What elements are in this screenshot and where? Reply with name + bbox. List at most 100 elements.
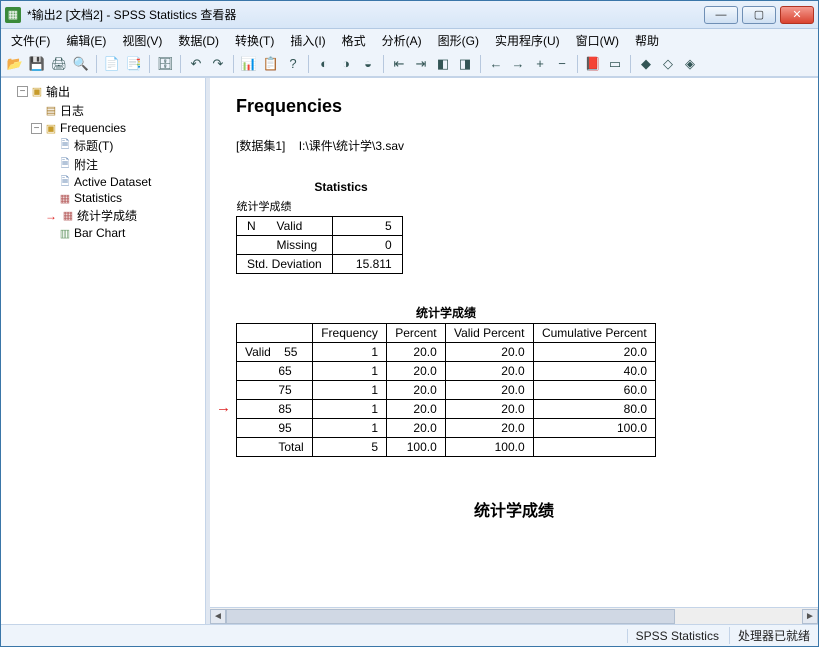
freq-total-vp: 100.0 xyxy=(445,438,533,457)
toolbar-book-button[interactable]: 📕 xyxy=(583,54,603,74)
tree-variable[interactable]: →▦统计学成绩 xyxy=(45,206,203,225)
toolbar-separator xyxy=(180,55,181,73)
menu-item-5[interactable]: 插入(I) xyxy=(284,30,331,51)
toolbar-hide-button[interactable]: ◨ xyxy=(455,54,475,74)
stats-sd-label: Std. Deviation xyxy=(237,255,333,274)
toolbar-separator xyxy=(233,55,234,73)
tree-variable-label: 统计学成绩 xyxy=(77,207,137,224)
freq-col-frequency: Frequency xyxy=(313,324,387,343)
freq-cp: 80.0 xyxy=(533,400,655,419)
toolbar-dialog-button[interactable]: ▭ xyxy=(605,54,625,74)
toolbar-select-last-button[interactable]: 📋 xyxy=(261,54,281,74)
scroll-thumb[interactable] xyxy=(226,609,675,624)
close-button[interactable]: ✕ xyxy=(780,6,814,24)
tree-statistics[interactable]: ▦Statistics xyxy=(45,190,203,206)
toolbar-show-button[interactable]: ◧ xyxy=(433,54,453,74)
window-title: *输出2 [文档2] - SPSS Statistics 查看器 xyxy=(27,6,704,23)
freq-row: Valid 55120.020.020.0 xyxy=(237,343,656,362)
maximize-button[interactable]: ▢ xyxy=(742,6,776,24)
tree-frequencies[interactable]: −▣ Frequencies xyxy=(31,120,203,136)
output-content[interactable]: Frequencies [数据集1] I:\课件\统计学\3.sav Stati… xyxy=(210,78,818,607)
toolbar-d3-button[interactable]: ◈ xyxy=(680,54,700,74)
freq-f: 1 xyxy=(313,343,387,362)
chart-icon: ▥ xyxy=(58,227,72,239)
tree-title[interactable]: 🗎标题(T) xyxy=(45,136,203,155)
scroll-left-button[interactable]: ◄ xyxy=(210,609,226,624)
toolbar-print-button[interactable]: 🖨 xyxy=(49,54,69,74)
scroll-track[interactable] xyxy=(226,609,802,624)
menu-item-2[interactable]: 视图(V) xyxy=(116,30,168,51)
stats-valid-value: 5 xyxy=(332,217,402,236)
tree-statistics-label: Statistics xyxy=(74,191,122,205)
content-pane: Frequencies [数据集1] I:\课件\统计学\3.sav Stati… xyxy=(210,78,818,624)
toolbar-d2-button[interactable]: ◇ xyxy=(658,54,678,74)
freq-p: 20.0 xyxy=(387,419,446,438)
toolbar-mail-button[interactable]: 📑 xyxy=(124,54,144,74)
app-window: ▦ *输出2 [文档2] - SPSS Statistics 查看器 — ▢ ✕… xyxy=(0,0,819,647)
frequency-table[interactable]: Frequency Percent Valid Percent Cumulati… xyxy=(236,323,656,457)
toolbar-demote-button[interactable]: ⇥ xyxy=(411,54,431,74)
menu-item-10[interactable]: 窗口(W) xyxy=(570,30,625,51)
tree-notes[interactable]: 🗎附注 xyxy=(45,155,203,174)
tree-notes-label: 附注 xyxy=(74,156,98,173)
tree-active-dataset[interactable]: 🗎Active Dataset xyxy=(45,174,203,190)
menu-item-6[interactable]: 格式 xyxy=(336,30,372,51)
toolbar-export-button[interactable]: 📄 xyxy=(102,54,122,74)
freq-cat: 65 xyxy=(237,362,313,381)
toolbar-expand-button[interactable]: + xyxy=(530,54,550,74)
toolbar-pt2-button[interactable]: ◑ xyxy=(336,54,356,74)
tree-log[interactable]: ▤ 日志 xyxy=(31,101,203,120)
freq-cp: 40.0 xyxy=(533,362,655,381)
tree-root-label: 输出 xyxy=(46,83,70,100)
freq-cp: 100.0 xyxy=(533,419,655,438)
minimize-button[interactable]: — xyxy=(704,6,738,24)
main-area: −▣ 输出 ▤ 日志 −▣ Frequencies 🗎标题( xyxy=(1,77,818,624)
menu-item-3[interactable]: 数据(D) xyxy=(172,30,225,51)
toolbar-separator xyxy=(383,55,384,73)
toolbar-recall-button[interactable]: 🗄 xyxy=(155,54,175,74)
toolbar-promote-button[interactable]: ⇤ xyxy=(389,54,409,74)
freq-total-f: 5 xyxy=(313,438,387,457)
table-icon: ▦ xyxy=(61,210,75,222)
toolbar-save-button[interactable]: 💾 xyxy=(27,54,47,74)
menu-item-9[interactable]: 实用程序(U) xyxy=(489,30,566,51)
toolbar-back-button[interactable]: ← xyxy=(486,54,506,74)
toolbar-separator xyxy=(149,55,150,73)
freq-cp: 20.0 xyxy=(533,343,655,362)
stats-title: Statistics xyxy=(236,180,446,194)
toolbar-forward-button[interactable]: → xyxy=(508,54,528,74)
scroll-right-button[interactable]: ► xyxy=(802,609,818,624)
tree-barchart[interactable]: ▥Bar Chart xyxy=(45,225,203,241)
menubar: 文件(F)编辑(E)视图(V)数据(D)转换(T)插入(I)格式分析(A)图形(… xyxy=(1,29,818,51)
menu-item-7[interactable]: 分析(A) xyxy=(376,30,428,51)
stats-varname: 统计学成绩 xyxy=(237,196,403,217)
titlebar: ▦ *输出2 [文档2] - SPSS Statistics 查看器 — ▢ ✕ xyxy=(1,1,818,29)
menu-item-1[interactable]: 编辑(E) xyxy=(60,30,112,51)
stats-sd-value: 15.811 xyxy=(332,255,402,274)
menu-item-11[interactable]: 帮助 xyxy=(629,30,665,51)
menu-item-8[interactable]: 图形(G) xyxy=(432,30,485,51)
toolbar-collapse-button[interactable]: − xyxy=(552,54,572,74)
toolbar-d1-button[interactable]: ◆ xyxy=(636,54,656,74)
outline-pane[interactable]: −▣ 输出 ▤ 日志 −▣ Frequencies 🗎标题( xyxy=(1,78,206,624)
freq-col-validpercent: Valid Percent xyxy=(445,324,533,343)
toolbar-help-button[interactable]: ? xyxy=(283,54,303,74)
table-icon: ▦ xyxy=(58,192,72,204)
toolbar-redo-button[interactable]: ↷ xyxy=(208,54,228,74)
freq-cat: 85 xyxy=(237,400,313,419)
dataset-icon: 🗎 xyxy=(58,176,72,188)
horizontal-scrollbar[interactable]: ◄ ► xyxy=(210,607,818,624)
toolbar-preview-button[interactable]: 🔍 xyxy=(71,54,91,74)
toolbar-separator xyxy=(480,55,481,73)
tree-root[interactable]: −▣ 输出 xyxy=(17,82,203,101)
toolbar-pt1-button[interactable]: ◐ xyxy=(314,54,334,74)
menu-item-4[interactable]: 转换(T) xyxy=(229,30,280,51)
toolbar-undo-button[interactable]: ↶ xyxy=(186,54,206,74)
toolbar-pt3-button[interactable]: ◒ xyxy=(358,54,378,74)
current-item-arrow-icon: → xyxy=(216,399,231,416)
menu-item-0[interactable]: 文件(F) xyxy=(5,30,56,51)
statistics-table[interactable]: 统计学成绩 N Valid 5 Missing 0 Std. Devia xyxy=(236,196,403,274)
toolbar-goto-button[interactable]: 📊 xyxy=(239,54,259,74)
freq-f: 1 xyxy=(313,419,387,438)
toolbar-open-button[interactable]: 📂 xyxy=(5,54,25,74)
